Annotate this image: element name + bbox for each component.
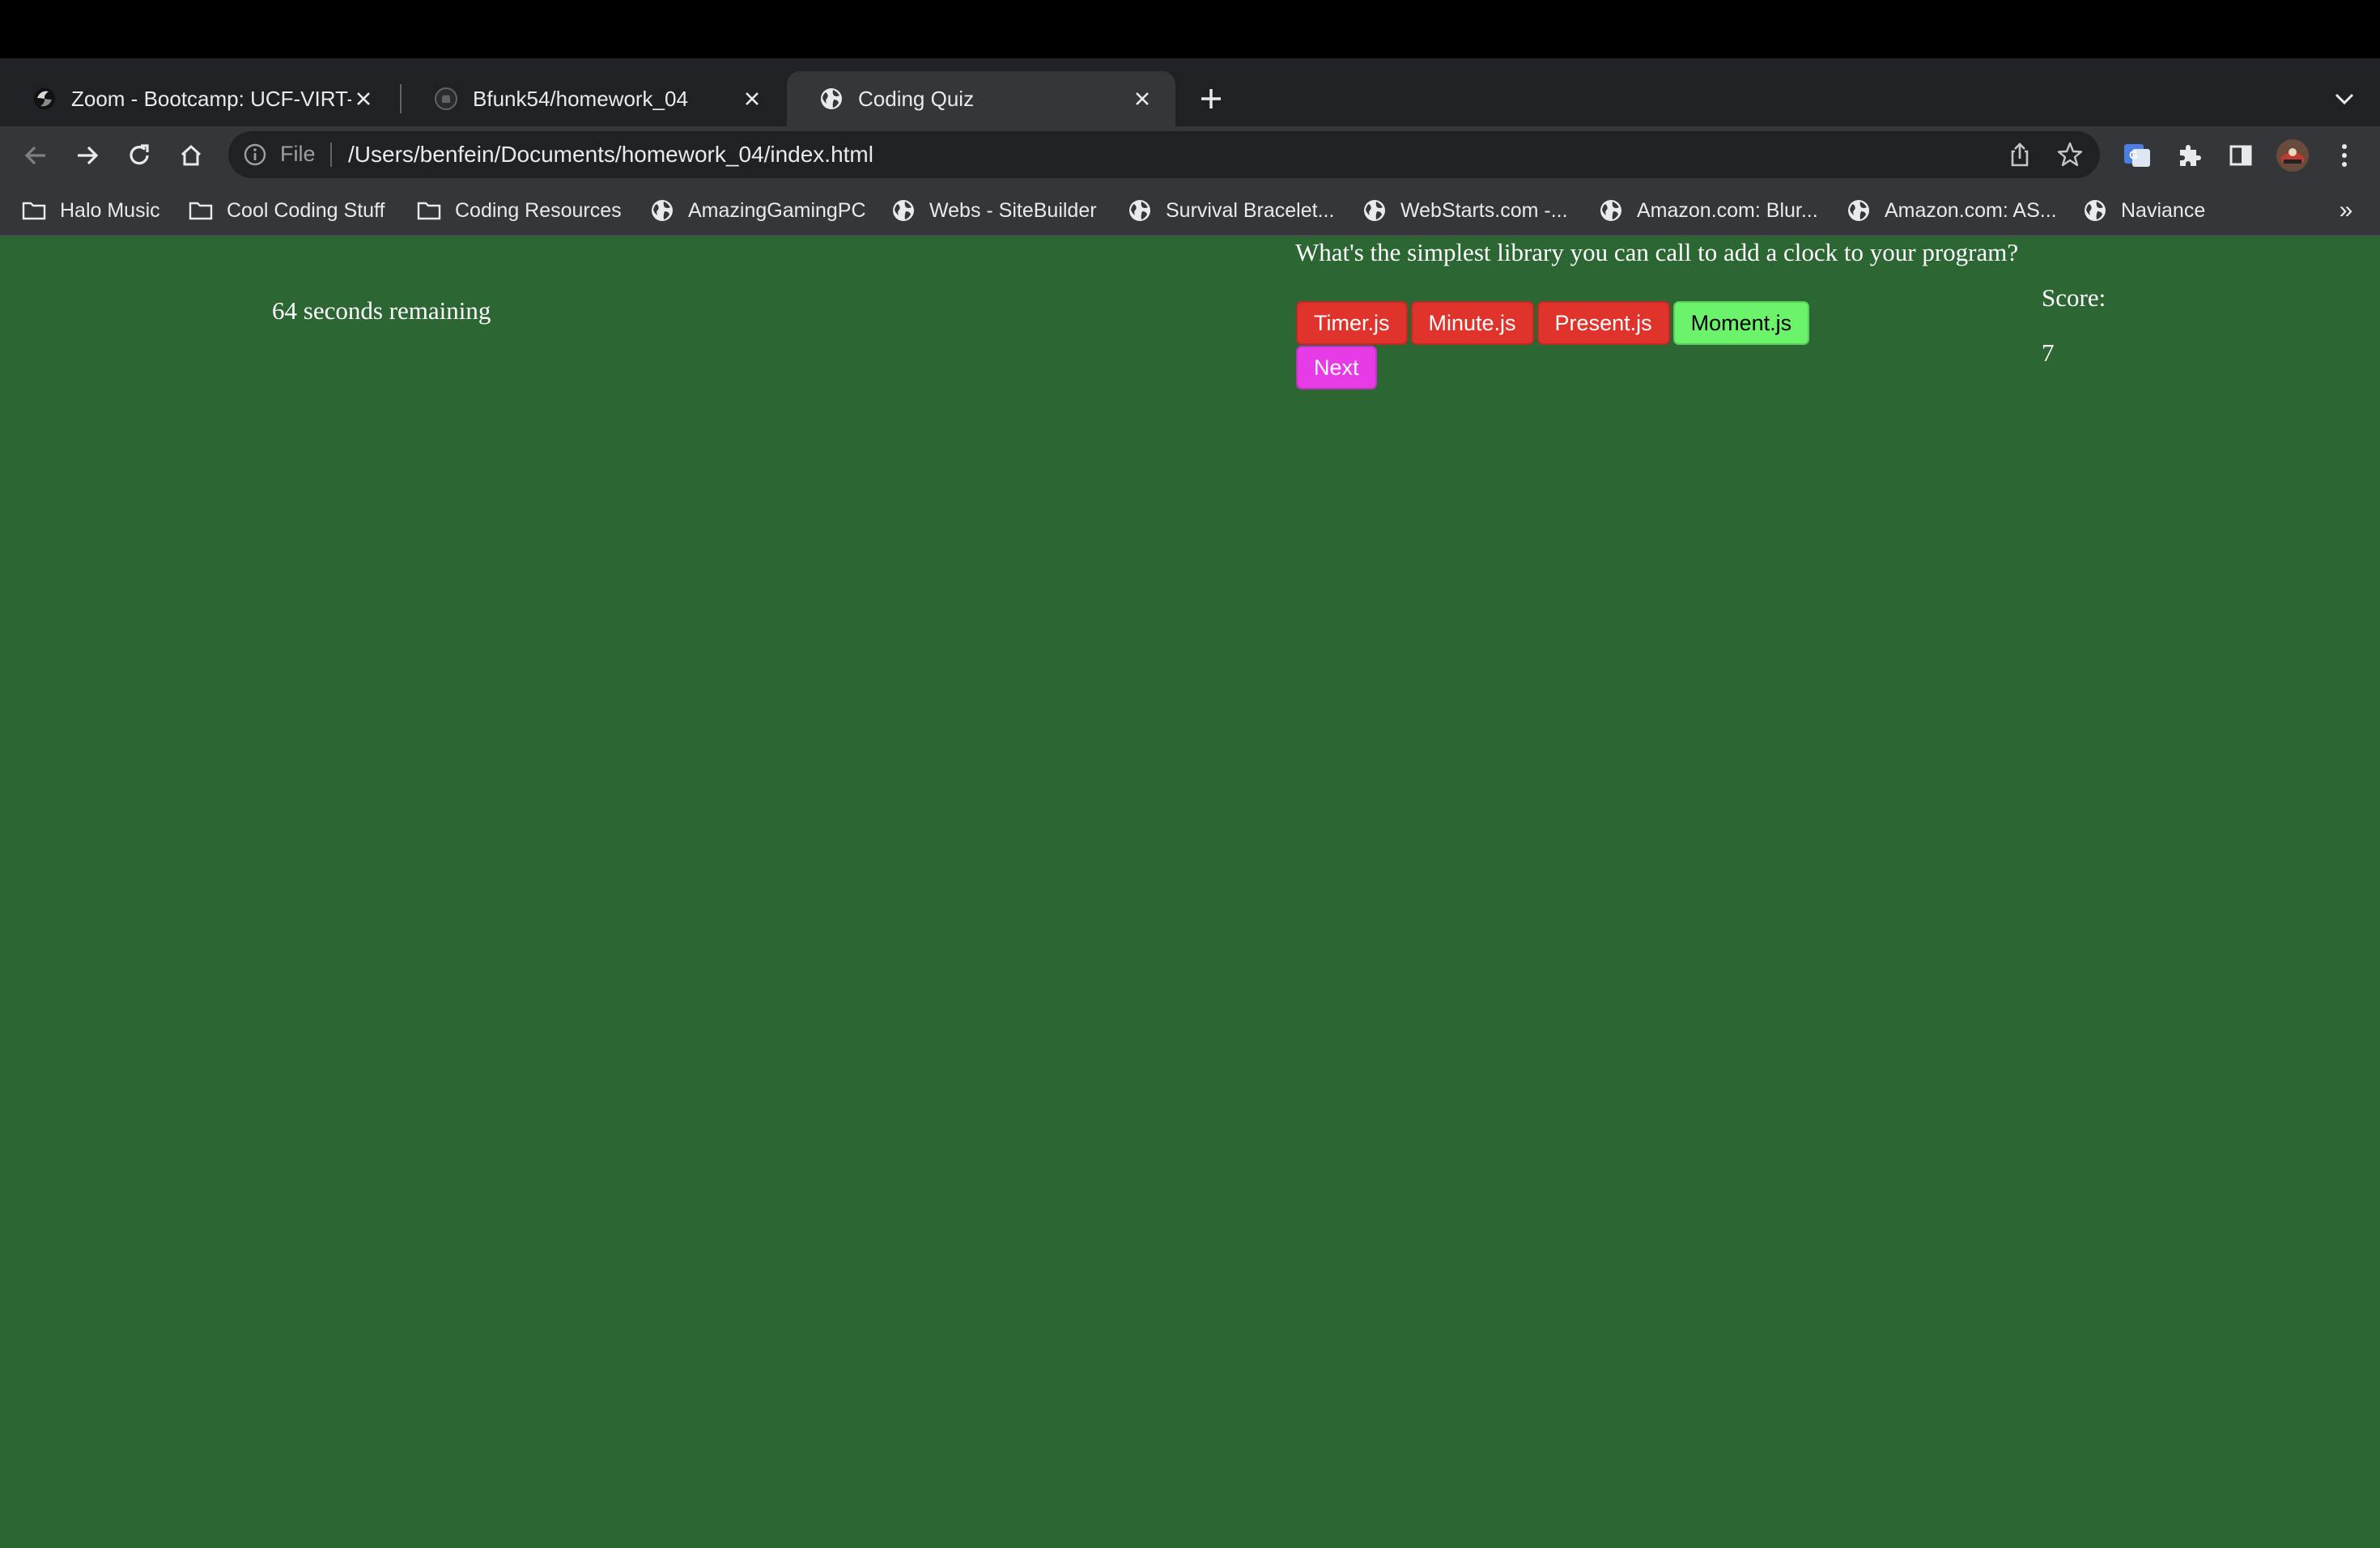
answer-button-present[interactable]: Present.js <box>1536 301 1670 345</box>
address-bar[interactable]: File /Users/benfein/Documents/homework_0… <box>228 131 2100 178</box>
back-arrow-icon <box>24 146 45 165</box>
next-button[interactable]: Next <box>1296 346 1377 389</box>
answer-options: Timer.js Minute.js Present.js Moment.js <box>1296 301 1810 345</box>
tab-strip: Zoom - Bootcamp: UCF-VIRT-F Bfunk54/home… <box>0 58 2380 126</box>
bookmark-item[interactable]: Amazon.com: Blur... <box>1598 194 1818 227</box>
url-text[interactable]: /Users/benfein/Documents/homework_04/ind… <box>348 142 873 168</box>
share-icon[interactable] <box>2006 141 2034 168</box>
close-icon[interactable] <box>351 87 376 111</box>
url-scheme: File <box>280 142 316 166</box>
bookmark-item[interactable]: Halo Music <box>21 194 160 227</box>
profile-avatar[interactable] <box>2273 138 2312 173</box>
bookmark-label: Amazon.com: AS... <box>1885 198 2057 222</box>
home-button[interactable] <box>173 138 209 173</box>
bookmark-label: Halo Music <box>60 198 160 222</box>
bookmark-label: Survival Bracelet... <box>1166 198 1335 222</box>
url-divider <box>330 142 332 167</box>
puzzle-piece-icon <box>2180 145 2201 166</box>
bookmark-star-icon[interactable] <box>2056 141 2084 168</box>
bookmark-label: Naviance <box>2121 198 2206 222</box>
bookmark-item[interactable]: Webs - SiteBuilder <box>890 194 1097 227</box>
tab-zoom[interactable]: Zoom - Bootcamp: UCF-VIRT-F <box>0 71 397 126</box>
bookmark-label: AmazingGamingPC <box>688 198 866 222</box>
bookmark-label: Webs - SiteBuilder <box>929 198 1097 222</box>
tab-title: Zoom - Bootcamp: UCF-VIRT-F <box>71 86 351 111</box>
score-label: Score: <box>2042 283 2106 312</box>
forward-arrow-icon <box>78 146 99 165</box>
globe-icon <box>652 200 673 221</box>
info-icon[interactable] <box>243 142 267 167</box>
github-favicon-icon <box>435 87 457 110</box>
globe-favicon-icon <box>821 88 842 109</box>
new-tab-button[interactable] <box>1193 81 1229 117</box>
forward-button[interactable] <box>70 138 105 173</box>
folder-icon <box>22 202 46 220</box>
browser-toolbar: File /Users/benfein/Documents/homework_0… <box>0 126 2380 185</box>
question-text: What's the simplest library you can call… <box>1295 238 2019 266</box>
globe-icon <box>1364 200 1385 221</box>
globe-icon <box>1600 200 1621 221</box>
bookmark-item[interactable]: Amazon.com: AS... <box>1846 194 2057 227</box>
chevron-down-icon <box>2335 93 2354 105</box>
chrome-menu-button[interactable] <box>2327 138 2362 173</box>
reload-button[interactable] <box>121 138 157 173</box>
bookmarks-overflow-button[interactable]: » <box>2331 194 2361 227</box>
tab-title: Coding Quiz <box>858 86 975 111</box>
answer-button-moment[interactable]: Moment.js <box>1672 301 1810 345</box>
translate-icon: G <box>2124 144 2150 167</box>
tab-github[interactable]: Bfunk54/homework_04 <box>402 71 785 126</box>
globe-icon <box>893 200 914 221</box>
bookmark-label: Cool Coding Stuff <box>227 198 385 222</box>
tab-title: Bfunk54/homework_04 <box>473 86 688 111</box>
globe-icon <box>1848 200 1869 221</box>
close-icon[interactable] <box>1130 87 1154 111</box>
bookmark-item[interactable]: Coding Resources <box>416 194 622 227</box>
bookmark-item[interactable]: Cool Coding Stuff <box>188 194 385 227</box>
answer-button-timer[interactable]: Timer.js <box>1296 301 1408 345</box>
answer-button-minute[interactable]: Minute.js <box>1410 301 1534 345</box>
score-value: 7 <box>2042 338 2055 367</box>
bookmark-item[interactable]: AmazingGamingPC <box>649 194 866 227</box>
avatar-icon <box>2276 139 2309 172</box>
globe-icon <box>1129 200 1150 221</box>
close-icon[interactable] <box>740 87 764 111</box>
quiz-page: 64 seconds remaining What's the simplest… <box>0 236 2380 1548</box>
tab-search-button[interactable] <box>2328 81 2361 117</box>
plus-icon <box>1201 89 1221 108</box>
top-black-bar <box>0 0 2380 58</box>
svg-text:G: G <box>2129 148 2138 161</box>
translate-extension-button[interactable]: G <box>2119 138 2155 173</box>
home-icon <box>181 144 202 166</box>
timer-text: 64 seconds remaining <box>272 296 491 325</box>
bookmark-label: Coding Resources <box>455 198 622 222</box>
bookmark-item[interactable]: WebStarts.com -... <box>1362 194 1568 227</box>
bookmarks-bar: Halo Music Cool Coding Stuff Coding Reso… <box>0 185 2380 236</box>
folder-icon <box>417 202 441 220</box>
globe-icon <box>2085 200 2106 221</box>
side-panel-button[interactable] <box>2223 138 2259 173</box>
folder-icon <box>189 202 213 220</box>
bookmark-item[interactable]: Survival Bracelet... <box>1127 194 1334 227</box>
reload-icon <box>130 144 149 165</box>
back-button[interactable] <box>18 138 53 173</box>
bookmark-label: WebStarts.com -... <box>1400 198 1568 222</box>
bookmark-label: Amazon.com: Blur... <box>1637 198 1818 222</box>
tab-coding-quiz[interactable]: Coding Quiz <box>787 71 1175 126</box>
side-panel-icon <box>2229 145 2252 166</box>
zoom-favicon-icon <box>34 88 55 109</box>
extensions-button[interactable] <box>2171 138 2207 173</box>
bookmark-item[interactable]: Naviance <box>2082 194 2205 227</box>
three-dots-vertical-icon <box>2342 144 2347 167</box>
